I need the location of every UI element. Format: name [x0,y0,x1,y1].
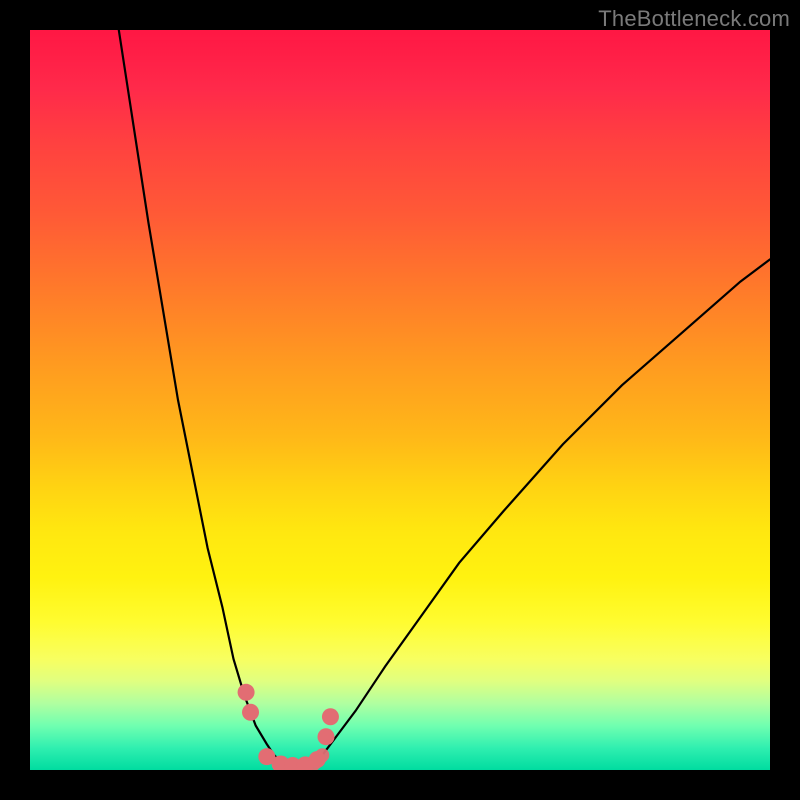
data-marker [322,708,339,725]
bottleneck-curve [119,30,770,769]
data-marker [309,751,326,768]
data-marker [238,684,255,701]
data-marker [284,757,301,770]
watermark-text: TheBottleneck.com [598,6,790,32]
data-marker [242,704,259,721]
optimal-zone-band [282,755,323,768]
curve-layer [30,30,770,770]
data-marker [297,756,314,770]
plot-area [30,30,770,770]
chart-frame: TheBottleneck.com [0,0,800,800]
data-marker [272,756,289,770]
data-marker [318,728,335,745]
data-marker [258,748,275,765]
